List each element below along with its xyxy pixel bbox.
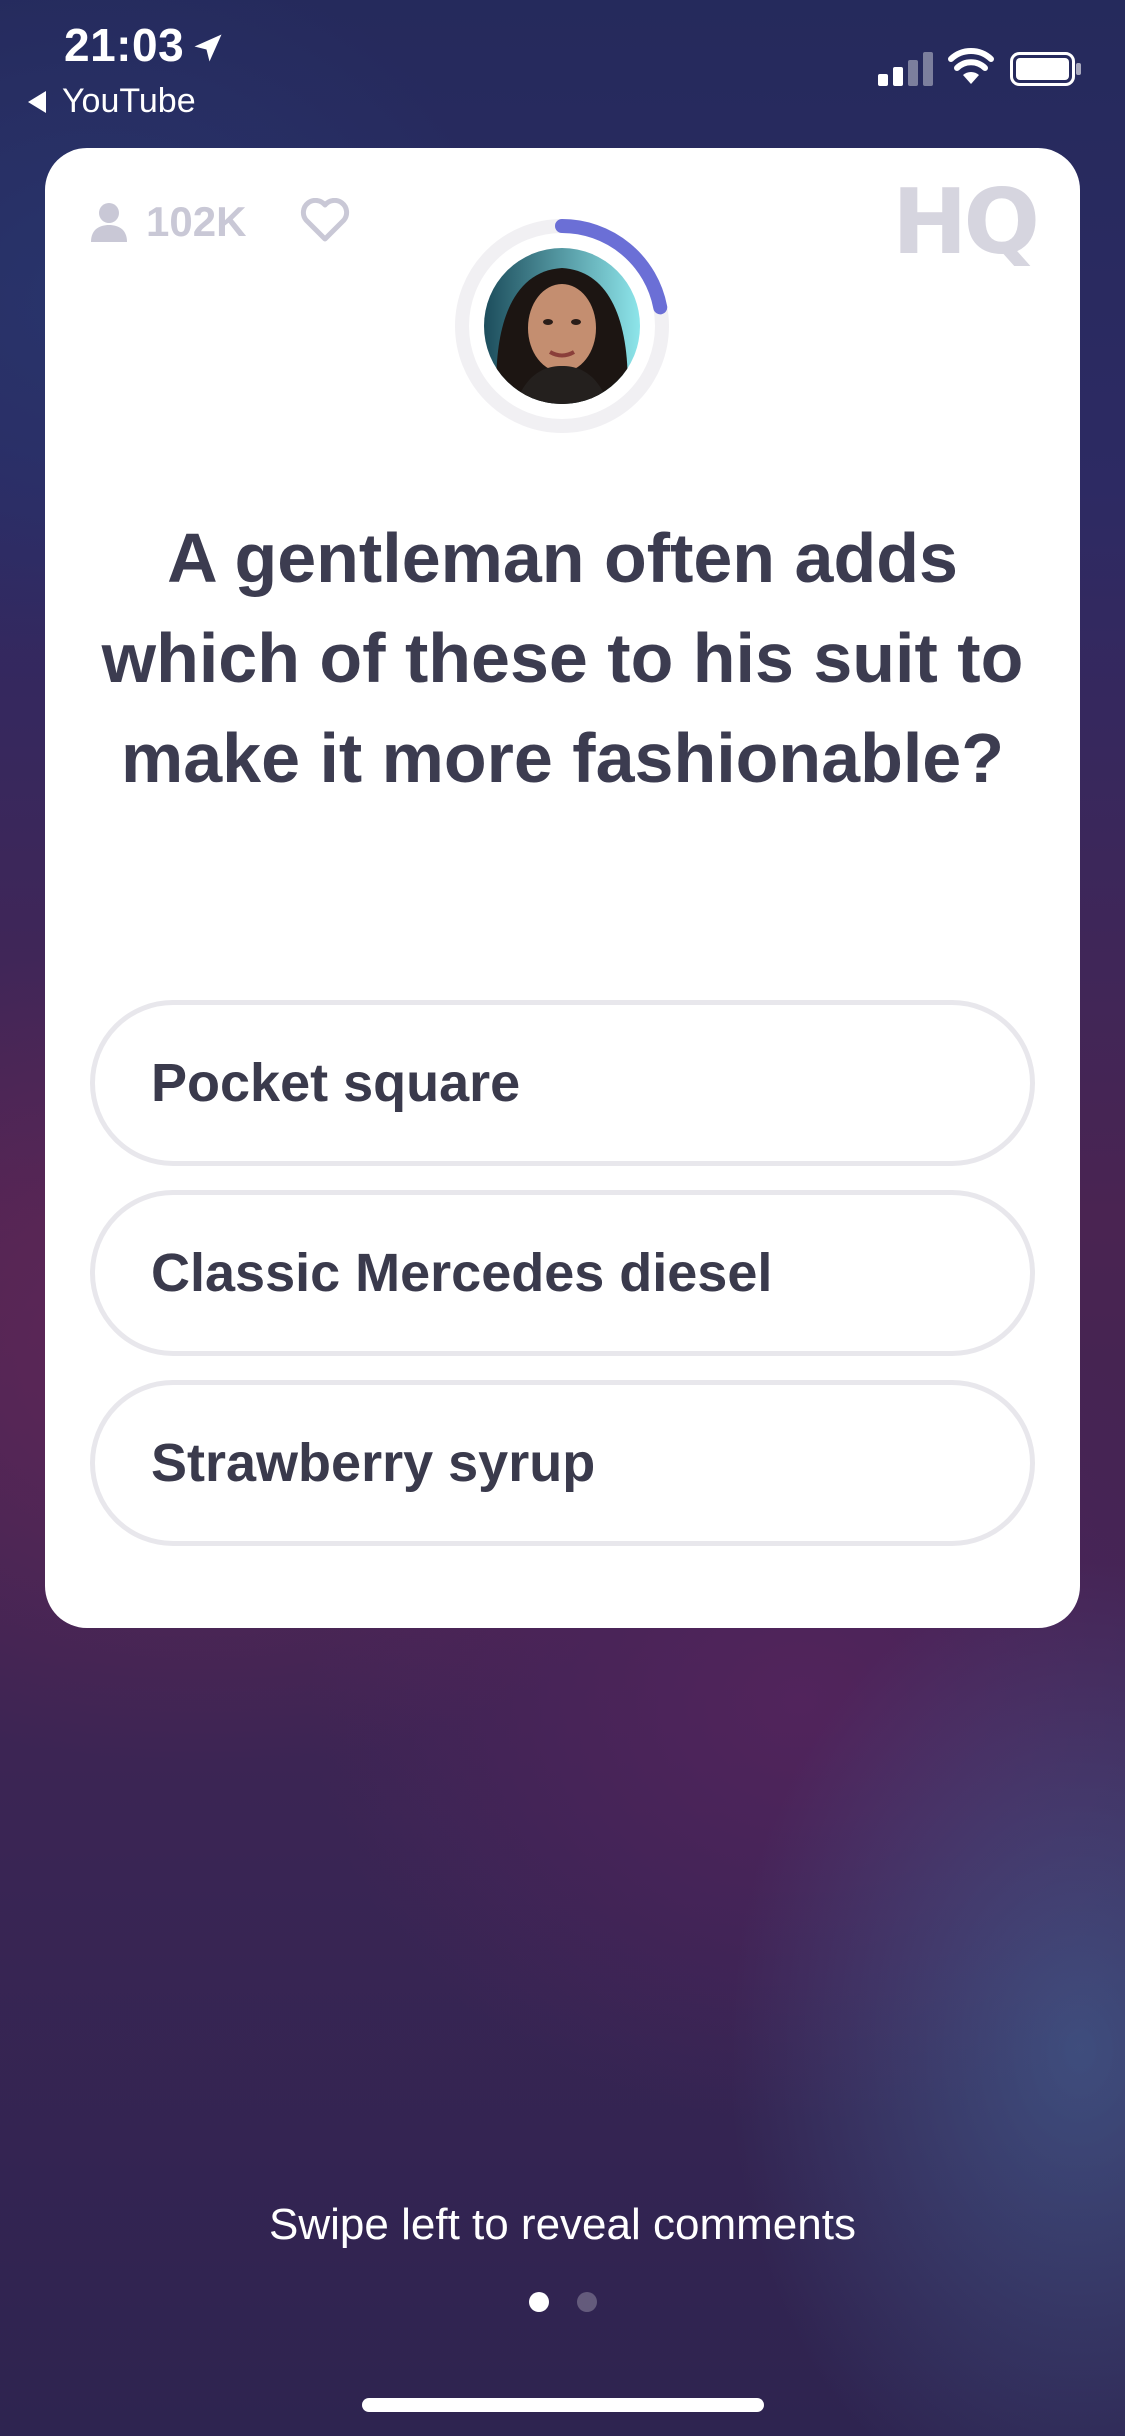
answer-list: Pocket square Classic Mercedes diesel St… <box>90 1000 1035 1570</box>
swipe-hint: Swipe left to reveal comments <box>269 2200 856 2249</box>
status-bar: 21:03 YouTube <box>0 0 1125 130</box>
person-icon <box>91 203 127 242</box>
question-text: A gentleman often adds which of these to… <box>101 519 1024 797</box>
host-timer <box>452 216 672 436</box>
location-arrow-icon <box>194 34 222 62</box>
status-time: 21:03 <box>64 19 185 71</box>
heart-icon[interactable] <box>300 198 350 242</box>
answer-option-2[interactable]: Classic Mercedes diesel <box>90 1190 1035 1356</box>
page-indicator[interactable] <box>0 2292 1125 2312</box>
battery-icon <box>1010 52 1081 86</box>
answer-option-1[interactable]: Pocket square <box>90 1000 1035 1166</box>
home-indicator[interactable] <box>362 2398 764 2412</box>
answer-option-3[interactable]: Strawberry syrup <box>90 1380 1035 1546</box>
viewer-count-label: 102K <box>146 198 247 245</box>
cellular-signal-icon <box>878 52 933 86</box>
page-dot-1 <box>528 2292 549 2312</box>
page-dot-2 <box>576 2292 597 2312</box>
back-arrow-icon <box>28 90 46 113</box>
host-avatar <box>484 248 640 404</box>
back-to-app-link[interactable]: YouTube <box>28 82 196 121</box>
back-app-label: YouTube <box>62 82 196 120</box>
viewer-count: 102K <box>90 198 246 246</box>
wifi-icon <box>948 48 994 84</box>
question-card: 102K HQ A gentleman often adds which of … <box>45 148 1080 1628</box>
hq-logo: HQ <box>892 170 1040 275</box>
